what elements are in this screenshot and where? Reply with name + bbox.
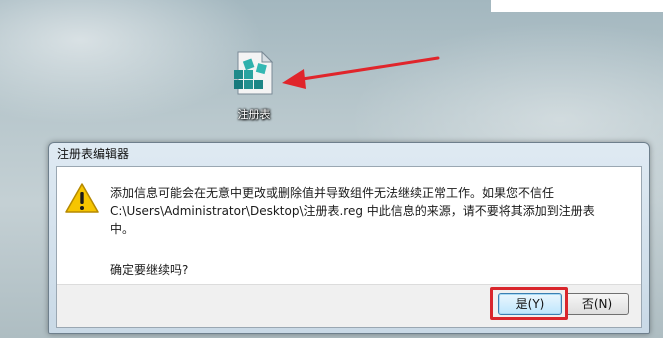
yes-button[interactable]: 是(Y) bbox=[498, 293, 562, 315]
desktop-background: 注册表 注册表编辑器 添加信息可能会在无意中更改或删除值并导致组件无法继续正常工… bbox=[0, 0, 663, 338]
dialog-title: 注册表编辑器 bbox=[57, 147, 130, 161]
message-line: 添加信息可能会在无意中更改或删除值并导致组件无法继续正常工作。如果您不信任 bbox=[110, 186, 555, 200]
message-line: C:\Users\Administrator\Desktop\注册表.reg 中… bbox=[110, 204, 595, 218]
warning-triangle-icon bbox=[65, 183, 99, 213]
warning-message: 添加信息可能会在无意中更改或删除值并导致组件无法继续正常工作。如果您不信任 C:… bbox=[110, 184, 630, 238]
dialog-content: 添加信息可能会在无意中更改或删除值并导致组件无法继续正常工作。如果您不信任 C:… bbox=[56, 166, 642, 328]
button-bar: 是(Y) 否(N) bbox=[57, 284, 641, 327]
message-line: 中。 bbox=[110, 222, 135, 236]
confirm-question: 确定要继续吗? bbox=[110, 263, 189, 277]
no-button[interactable]: 否(N) bbox=[565, 293, 629, 315]
registry-editor-dialog: 注册表编辑器 添加信息可能会在无意中更改或删除值并导致组件无法继续正常工作。如果… bbox=[48, 142, 650, 334]
